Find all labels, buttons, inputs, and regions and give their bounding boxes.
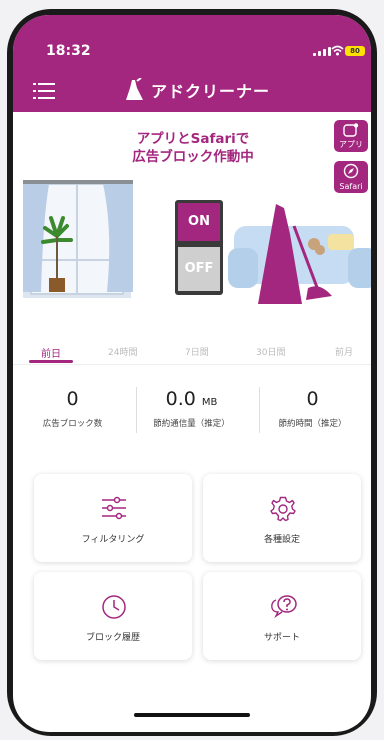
app-name: アドクリーナー bbox=[151, 82, 271, 101]
ads-blocked-label: 広告ブロック数 bbox=[42, 419, 103, 429]
ads-blocked-stat: 0 広告ブロック数 bbox=[13, 385, 132, 429]
settings-label: 各種設定 bbox=[263, 535, 300, 545]
headline-line1: アプリとSafariで bbox=[136, 131, 250, 147]
window-illustration bbox=[23, 180, 133, 298]
hero-illustration: アプリとSafariで 広告ブロック作動中 アプリ Safari ON OFF bbox=[13, 112, 371, 312]
gear-icon bbox=[270, 496, 296, 522]
chat-question-icon bbox=[271, 595, 297, 618]
wifi-icon bbox=[331, 45, 344, 56]
compass-icon bbox=[343, 163, 359, 179]
headline-line2: 広告ブロック作動中 bbox=[132, 149, 254, 165]
time-saved-label: 節約時間（推定） bbox=[278, 419, 347, 429]
tab-30-days[interactable]: 30日間 bbox=[256, 345, 285, 358]
menu-icon[interactable] bbox=[33, 82, 55, 100]
app-square-icon bbox=[343, 123, 359, 137]
block-history-label: ブロック履歴 bbox=[85, 633, 140, 643]
block-history-card[interactable]: ブロック履歴 bbox=[34, 572, 192, 660]
data-saved-value: 0.0 MB bbox=[165, 388, 218, 410]
home-indicator[interactable] bbox=[134, 713, 250, 717]
clock-icon bbox=[102, 595, 126, 619]
time-saved-stat: 0 節約時間（推定） bbox=[253, 385, 371, 429]
filtering-label: フィルタリング bbox=[81, 535, 145, 545]
app-logo: アドクリーナー bbox=[123, 78, 270, 102]
tab-24-hours[interactable]: 24時間 bbox=[108, 345, 137, 358]
app-block-button[interactable]: アプリ bbox=[334, 120, 368, 152]
cellular-signal-icon bbox=[313, 47, 331, 56]
active-tab-indicator bbox=[29, 360, 73, 363]
app-button-label: アプリ bbox=[339, 140, 363, 149]
safari-button-label: Safari bbox=[339, 182, 363, 191]
tab-previous-day[interactable]: 前日 bbox=[41, 345, 61, 360]
safari-block-button[interactable]: Safari bbox=[334, 161, 368, 193]
app-navbar: アドクリーナー bbox=[13, 70, 371, 112]
on-off-switch-illustration: ON OFF bbox=[175, 200, 223, 295]
tabs-divider bbox=[13, 364, 371, 365]
data-saved-label: 節約通信量（推定） bbox=[153, 419, 230, 429]
battery-icon: 80 bbox=[345, 46, 365, 56]
support-card[interactable]: サポート bbox=[203, 572, 361, 660]
support-label: サポート bbox=[263, 633, 300, 643]
settings-card[interactable]: 各種設定 bbox=[203, 474, 361, 562]
time-saved-value: 0 bbox=[306, 388, 319, 410]
tab-previous-month[interactable]: 前月 bbox=[335, 345, 353, 358]
protection-status-headline: アプリとSafariで 広告ブロック作動中 bbox=[103, 130, 283, 166]
couch-broom-illustration bbox=[228, 204, 371, 304]
broom-logo-icon bbox=[126, 78, 143, 100]
switch-on-label: ON bbox=[178, 203, 220, 241]
status-time: 18:32 bbox=[46, 43, 91, 59]
app-screen: 18:32 80 アドクリーナー アプリとSafariで 広告ブロック作動中 ア… bbox=[13, 15, 371, 732]
statistics-panel: 0 広告ブロック数 0.0 MB 節約通信量（推定） 0 節約時間（推定） bbox=[13, 385, 371, 445]
sliders-icon bbox=[102, 496, 126, 520]
filtering-card[interactable]: フィルタリング bbox=[34, 474, 192, 562]
tab-7-days[interactable]: 7日間 bbox=[185, 345, 209, 358]
switch-off-label: OFF bbox=[178, 247, 220, 291]
data-saved-stat: 0.0 MB 節約通信量（推定） bbox=[132, 385, 251, 429]
ads-blocked-value: 0 bbox=[66, 388, 79, 410]
